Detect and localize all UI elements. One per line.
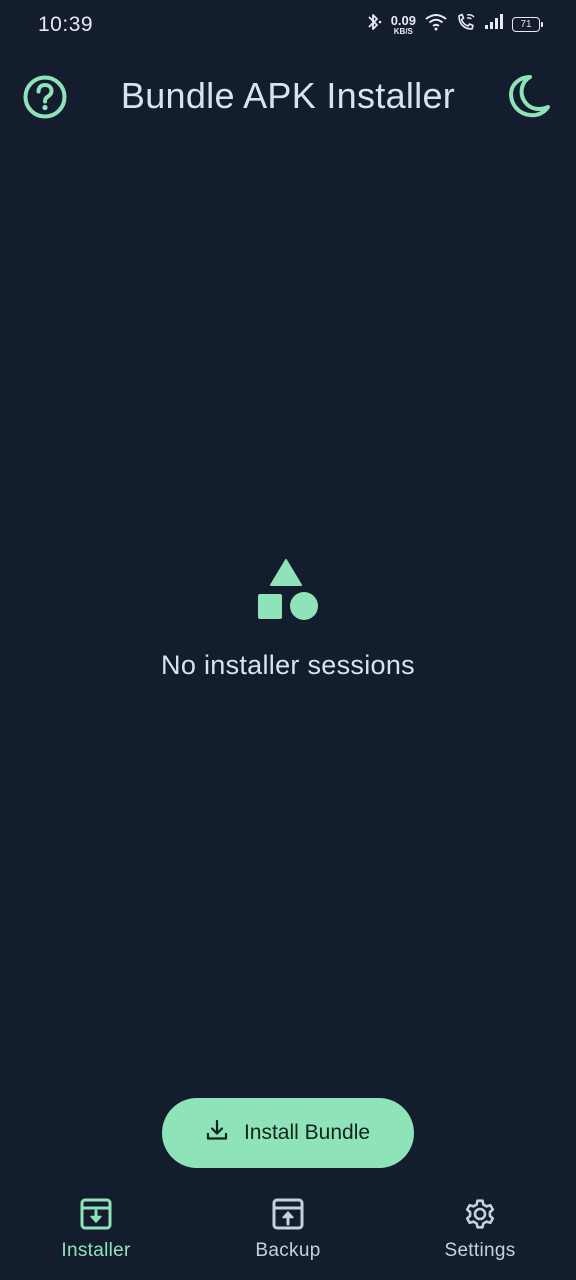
status-icons: 0.09 KB/S 71 [365, 12, 543, 37]
archive-download-icon [78, 1196, 114, 1232]
download-icon [206, 1119, 228, 1147]
shapes-icon [0, 558, 576, 622]
theme-toggle-button[interactable] [506, 74, 554, 122]
net-speed: 0.09 KB/S [391, 14, 416, 36]
battery-level: 71 [520, 19, 532, 30]
nav-item-backup[interactable]: Backup [192, 1196, 384, 1280]
empty-state-message: No installer sessions [161, 650, 415, 680]
bluetooth-icon [365, 12, 383, 37]
status-time: 10:39 [38, 13, 94, 36]
wifi-call-icon [456, 13, 476, 36]
nav-item-installer[interactable]: Installer [0, 1196, 192, 1280]
bottom-navigation: Installer Backup Settings [0, 1196, 576, 1280]
nav-label-settings: Settings [444, 1240, 516, 1261]
wifi-icon [424, 13, 448, 36]
nav-label-backup: Backup [255, 1240, 321, 1261]
status-bar: 10:39 0.09 KB/S 71 [0, 0, 576, 50]
install-bundle-button[interactable]: Install Bundle [162, 1098, 414, 1168]
page-title: Bundle APK Installer [120, 75, 456, 116]
nav-label-installer: Installer [61, 1240, 131, 1261]
empty-state: No installer sessions [0, 558, 576, 681]
moon-icon [508, 74, 552, 123]
net-speed-value: 0.09 [390, 12, 416, 28]
app-bar: Bundle APK Installer [0, 60, 576, 136]
signal-icon [484, 14, 504, 35]
net-speed-unit: KB/S [393, 26, 413, 36]
nav-item-settings[interactable]: Settings [384, 1196, 576, 1280]
install-bundle-label: Install Bundle [243, 1121, 371, 1144]
battery-icon: 71 [512, 17, 543, 32]
gear-icon [462, 1196, 498, 1232]
archive-upload-icon [270, 1196, 306, 1232]
